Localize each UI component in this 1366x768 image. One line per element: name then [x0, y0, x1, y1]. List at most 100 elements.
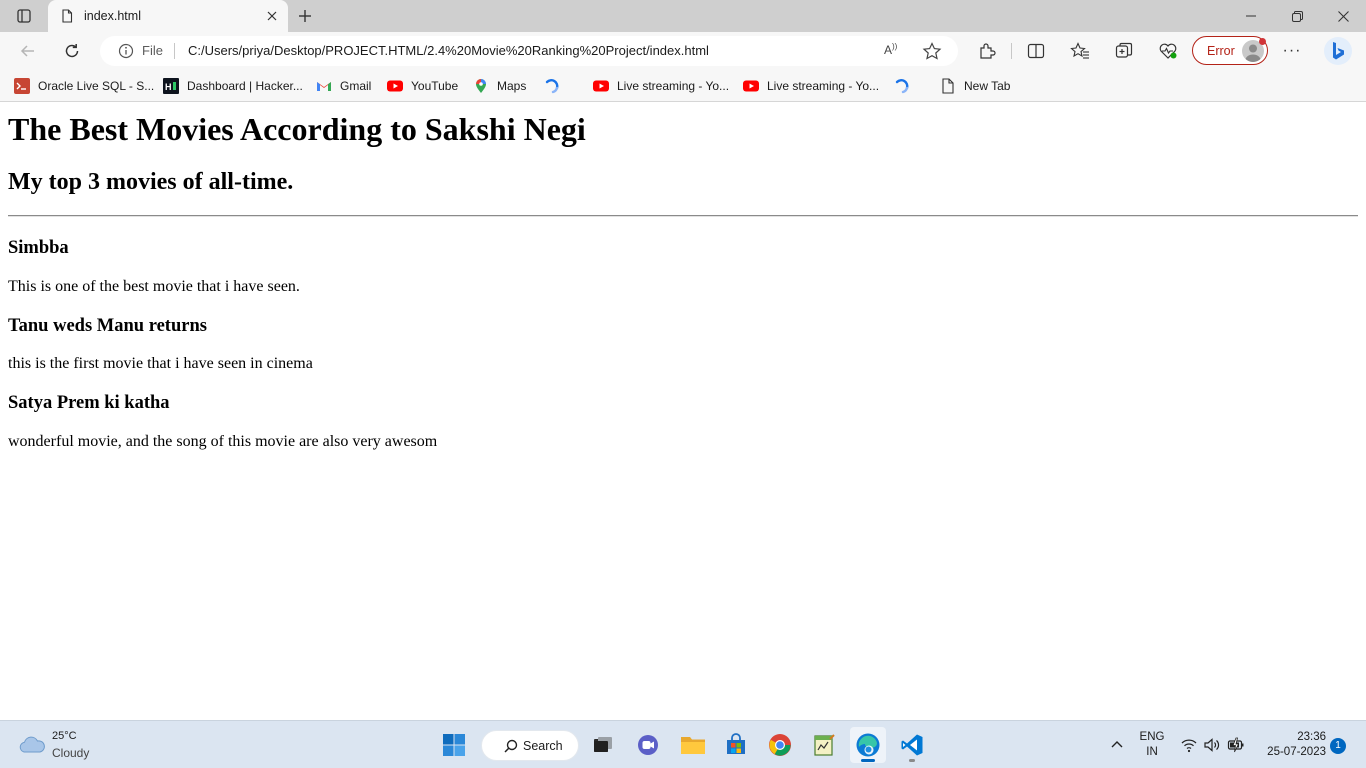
vscode-icon — [901, 734, 923, 756]
puzzle-icon — [980, 43, 996, 59]
task-view-button[interactable] — [585, 727, 621, 763]
tab-close-button[interactable] — [264, 8, 280, 24]
address-bar[interactable]: File C:/Users/priya/Desktop/PROJECT.HTML… — [100, 36, 958, 66]
close-icon — [1337, 10, 1349, 22]
tab-index-html[interactable]: index.html — [48, 0, 288, 32]
movie-title: Tanu weds Manu returns — [8, 316, 207, 336]
weather-temperature: 25°C — [52, 730, 77, 742]
tab-actions-button[interactable] — [10, 4, 38, 28]
bookmark-maps[interactable]: Maps — [473, 76, 526, 96]
notepad-icon — [814, 734, 835, 756]
start-button[interactable] — [436, 727, 472, 763]
wifi-icon[interactable] — [1180, 736, 1198, 754]
store-icon — [727, 733, 745, 754]
settings-more-button[interactable]: ··· — [1281, 41, 1303, 61]
bookmark-live-streaming-2[interactable]: Live streaming - Yo... — [743, 76, 879, 96]
new-tab-button[interactable] — [292, 4, 318, 28]
bookmarks-bar: Oracle Live SQL - S... H Dashboard | Hac… — [0, 70, 1366, 102]
browser-essentials-button[interactable] — [1157, 41, 1179, 61]
weather-widget[interactable]: 25°C Cloudy — [16, 729, 116, 761]
bookmark-new-tab[interactable]: New Tab — [940, 76, 1010, 96]
tab-strip: index.html — [0, 0, 1366, 32]
chrome-button[interactable] — [762, 727, 798, 763]
minimize-button[interactable] — [1228, 0, 1274, 32]
plus-icon — [299, 10, 311, 22]
url-text[interactable]: C:/Users/priya/Desktop/PROJECT.HTML/2.4%… — [188, 43, 709, 58]
store-button[interactable] — [718, 727, 754, 763]
bookmark-hackerrank-dashboard[interactable]: H Dashboard | Hacker... — [163, 76, 303, 96]
restore-button[interactable] — [1274, 0, 1320, 32]
page-subtitle: My top 3 movies of all-time. — [8, 169, 294, 195]
horizontal-rule — [8, 215, 1358, 217]
edge-button[interactable] — [850, 727, 886, 763]
page-viewport: The Best Movies According to Sakshi Negi… — [0, 103, 1366, 720]
task-view-icon — [594, 737, 612, 752]
profile-error-button[interactable]: Error — [1192, 36, 1268, 65]
bookmark-untitled-1[interactable] — [544, 76, 568, 96]
refresh-button[interactable] — [57, 37, 87, 65]
taskbar-search[interactable]: Search — [481, 730, 579, 761]
maps-pin-icon — [476, 79, 486, 93]
page-icon — [62, 9, 73, 23]
split-screen-button[interactable] — [1025, 41, 1047, 61]
vscode-button[interactable] — [894, 727, 930, 763]
page-title: The Best Movies According to Sakshi Negi — [8, 111, 586, 147]
notepad-button[interactable] — [806, 727, 842, 763]
collections-icon — [1115, 42, 1133, 58]
chrome-icon — [769, 734, 791, 756]
running-app-indicator — [909, 759, 915, 762]
file-explorer-button[interactable] — [675, 727, 711, 763]
gmail-icon — [317, 82, 331, 91]
search-icon — [504, 739, 518, 753]
clock-time: 23:36 — [1297, 731, 1326, 743]
more-horizontal-icon: ··· — [1282, 42, 1302, 59]
bookmark-oracle-live-sql[interactable]: Oracle Live SQL - S... — [14, 76, 154, 96]
page-icon — [942, 78, 954, 94]
input-language-indicator[interactable]: ENG IN — [1138, 730, 1166, 760]
collections-button[interactable] — [1113, 41, 1135, 61]
notification-badge[interactable]: 1 — [1330, 738, 1346, 754]
bookmark-gmail[interactable]: Gmail — [316, 76, 371, 96]
loading-spinner-icon — [895, 79, 909, 94]
tab-actions-icon — [17, 9, 31, 23]
profile-status-label: Error — [1207, 44, 1235, 58]
star-icon[interactable] — [922, 42, 942, 60]
favorites-button[interactable] — [1069, 41, 1091, 61]
bookmark-youtube[interactable]: YouTube — [387, 76, 458, 96]
oracle-sql-icon — [14, 78, 30, 94]
close-window-button[interactable] — [1320, 0, 1366, 32]
restore-icon — [1291, 10, 1303, 22]
bookmark-label: YouTube — [411, 79, 459, 93]
error-indicator-dot — [1259, 38, 1266, 45]
chevron-up-icon[interactable] — [1108, 736, 1126, 754]
movie-description: this is the first movie that i have seen… — [8, 355, 313, 372]
copilot-button[interactable] — [1323, 36, 1353, 66]
chat-button[interactable] — [630, 727, 666, 763]
split-screen-icon — [1027, 43, 1045, 59]
chat-icon — [638, 735, 658, 755]
volume-icon[interactable] — [1203, 736, 1221, 754]
bookmark-label: Live streaming - Yo... — [617, 79, 730, 93]
youtube-icon — [593, 80, 609, 92]
read-aloud-icon[interactable]: A)) — [884, 42, 904, 60]
search-label: Search — [523, 739, 563, 753]
active-app-indicator — [861, 759, 875, 762]
loading-spinner-icon — [545, 79, 559, 94]
minimize-icon — [1246, 15, 1256, 17]
movie-description: wonderful movie, and the song of this mo… — [8, 433, 438, 450]
bookmark-label: Oracle Live SQL - S... — [38, 79, 155, 93]
battery-charging-icon[interactable] — [1227, 736, 1245, 754]
extensions-button[interactable] — [976, 41, 998, 61]
bookmark-live-streaming-1[interactable]: Live streaming - Yo... — [593, 76, 729, 96]
bookmark-untitled-2[interactable] — [894, 76, 918, 96]
address-divider — [174, 43, 175, 59]
back-button[interactable] — [13, 37, 43, 65]
movie-title: Satya Prem ki katha — [8, 393, 170, 413]
system-clock[interactable]: 23:36 25-07-2023 — [1256, 730, 1326, 760]
clock-date: 25-07-2023 — [1267, 746, 1326, 758]
youtube-icon — [387, 80, 403, 92]
language-region: IN — [1146, 746, 1158, 758]
info-icon[interactable] — [118, 43, 134, 59]
movie-description: This is one of the best movie that i hav… — [8, 278, 300, 295]
movie-title: Simbba — [8, 238, 69, 258]
